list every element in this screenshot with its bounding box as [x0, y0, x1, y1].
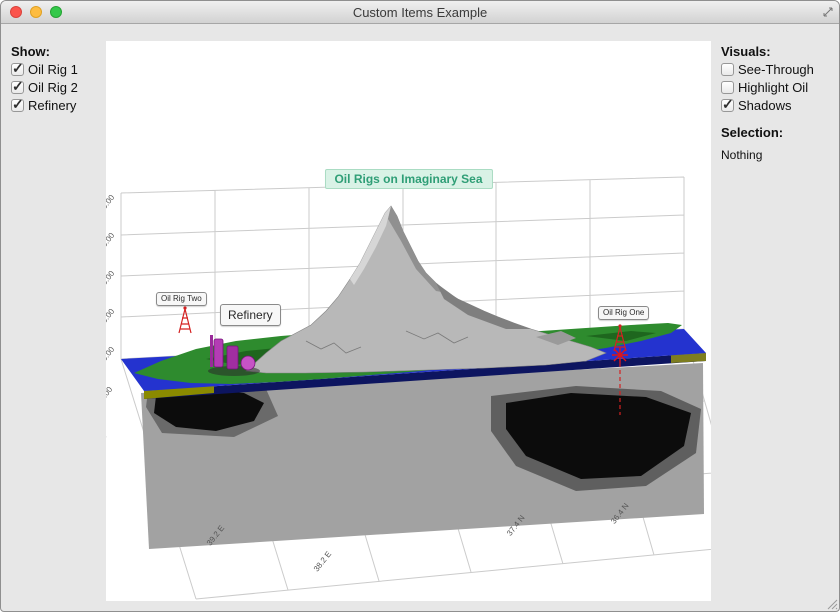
- checkbox-box[interactable]: [11, 99, 24, 112]
- resize-grip-icon[interactable]: [825, 597, 838, 610]
- selection-heading: Selection:: [721, 125, 837, 140]
- checkbox-label: Oil Rig 2: [28, 80, 78, 95]
- star-marker[interactable]: [612, 347, 628, 363]
- refinery-tank[interactable]: [214, 339, 223, 367]
- show-panel: Show: Oil Rig 1 Oil Rig 2 Refinery: [11, 44, 105, 116]
- zoom-button[interactable]: [50, 6, 62, 18]
- checkbox-shadows[interactable]: Shadows: [721, 98, 837, 113]
- window-controls: [10, 6, 62, 18]
- checkbox-see-through[interactable]: See-Through: [721, 62, 837, 77]
- surface-plot-view[interactable]: Oil Rigs on Imaginary Sea Oil Rig Two Re…: [106, 41, 711, 601]
- plot-title: Oil Rigs on Imaginary Sea: [324, 169, 492, 189]
- refinery-pipe: [210, 335, 213, 367]
- show-heading: Show:: [11, 44, 105, 59]
- checkbox-box[interactable]: [721, 81, 734, 94]
- close-button[interactable]: [10, 6, 22, 18]
- checkbox-box[interactable]: [11, 63, 24, 76]
- titlebar[interactable]: Custom Items Example: [1, 1, 839, 24]
- oil-rig-two-marker[interactable]: [179, 306, 191, 333]
- refinery-sphere[interactable]: [241, 356, 255, 370]
- oil-rig-one-label[interactable]: Oil Rig One: [598, 306, 649, 320]
- checkbox-label: Oil Rig 1: [28, 62, 78, 77]
- mountain[interactable]: [246, 206, 606, 373]
- checkbox-oil-rig-2[interactable]: Oil Rig 2: [11, 80, 105, 95]
- checkbox-label: Shadows: [738, 98, 791, 113]
- checkbox-label: Refinery: [28, 98, 76, 113]
- checkbox-oil-rig-1[interactable]: Oil Rig 1: [11, 62, 105, 77]
- refinery-tank[interactable]: [227, 346, 238, 369]
- checkbox-refinery[interactable]: Refinery: [11, 98, 105, 113]
- selection-value: Nothing: [721, 148, 837, 162]
- minimize-button[interactable]: [30, 6, 42, 18]
- checkbox-box[interactable]: [721, 63, 734, 76]
- window-title: Custom Items Example: [353, 5, 487, 20]
- checkbox-box[interactable]: [11, 81, 24, 94]
- oil-rig-two-label[interactable]: Oil Rig Two: [156, 292, 207, 306]
- app-window: Custom Items Example Show: Oil Rig 1 Oil…: [0, 0, 840, 612]
- checkbox-highlight-oil[interactable]: Highlight Oil: [721, 80, 837, 95]
- refinery-label[interactable]: Refinery: [220, 304, 281, 326]
- visuals-panel: Visuals: See-Through Highlight Oil Shado…: [721, 44, 837, 162]
- visuals-heading: Visuals:: [721, 44, 837, 59]
- fullscreen-icon[interactable]: [823, 7, 833, 17]
- window-content: Show: Oil Rig 1 Oil Rig 2 Refinery Visua…: [1, 24, 839, 611]
- checkbox-box[interactable]: [721, 99, 734, 112]
- checkbox-label: Highlight Oil: [738, 80, 808, 95]
- checkbox-label: See-Through: [738, 62, 814, 77]
